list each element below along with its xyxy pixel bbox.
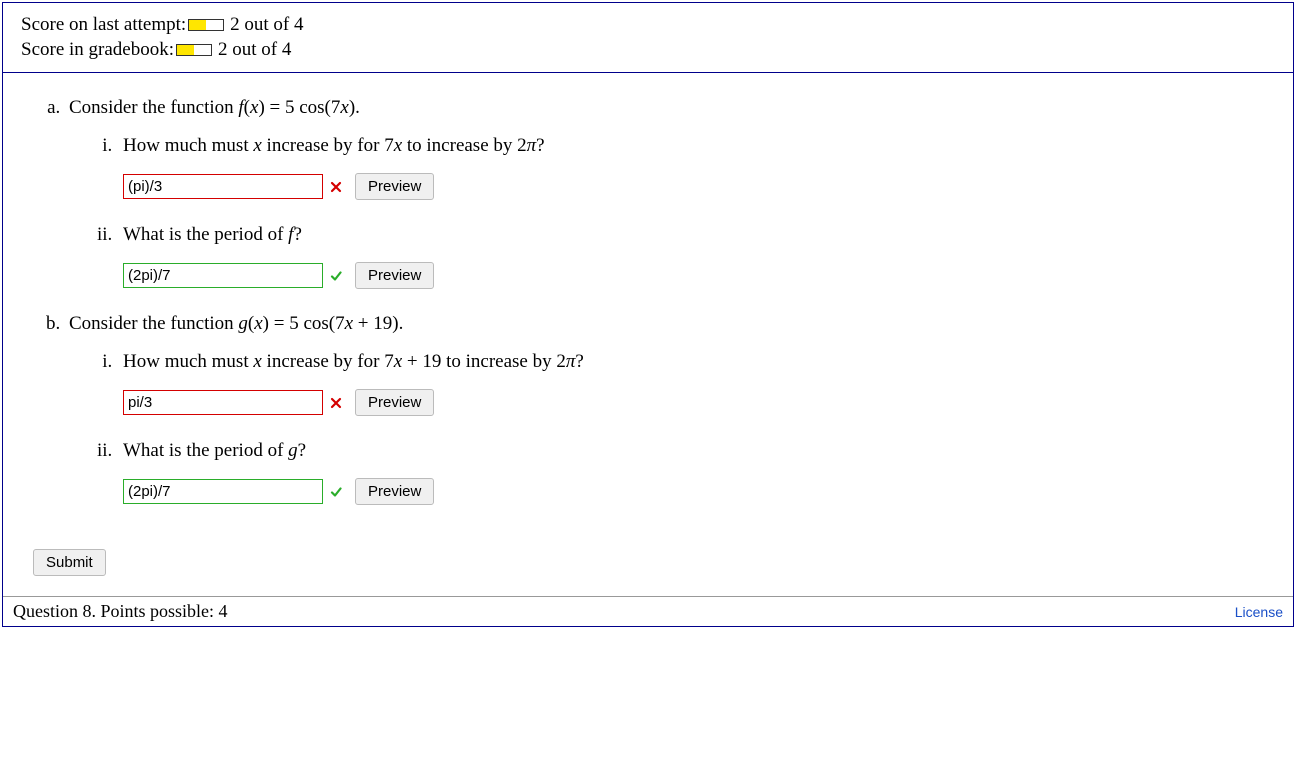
question-footer: Question 8. Points possible: 4 License <box>3 596 1293 626</box>
part-a-i: How much must x increase by for 7x to in… <box>117 135 1263 200</box>
part-a-intro: Consider the function f(x) = 5 cos(7x). <box>69 97 1263 119</box>
part-a-i-answer-row: Preview <box>123 173 1263 200</box>
score-last-attempt-label: Score on last attempt: <box>21 13 186 38</box>
part-a-ii: What is the period of f? Preview <box>117 224 1263 289</box>
question-body: Consider the function f(x) = 5 cos(7x). … <box>3 73 1293 596</box>
part-b-ii-answer-row: Preview <box>123 478 1263 505</box>
part-b-ii-prompt: What is the period of g? <box>123 440 1263 462</box>
question-container: Score on last attempt: 2 out of 4 Score … <box>2 2 1294 627</box>
part-b-i-preview-button[interactable]: Preview <box>355 389 434 416</box>
progress-bar-last-attempt <box>188 19 224 31</box>
score-gradebook-line: Score in gradebook: 2 out of 4 <box>21 38 1275 63</box>
footer-text: Question 8. Points possible: 4 <box>13 601 228 622</box>
submit-button[interactable]: Submit <box>33 549 106 576</box>
license-link[interactable]: License <box>1235 604 1283 620</box>
progress-fill-gradebook <box>177 45 194 55</box>
part-b-intro-suffix: . <box>399 313 404 334</box>
cross-icon <box>329 396 343 410</box>
part-a-intro-prefix: Consider the function <box>69 97 238 118</box>
score-box: Score on last attempt: 2 out of 4 Score … <box>3 3 1293 73</box>
part-b-ii-preview-button[interactable]: Preview <box>355 478 434 505</box>
part-b-ii-input[interactable] <box>123 479 323 504</box>
score-gradebook-text: 2 out of 4 <box>218 38 291 63</box>
part-b-i-answer-row: Preview <box>123 389 1263 416</box>
part-a-ii-answer-row: Preview <box>123 262 1263 289</box>
part-a-ii-preview-button[interactable]: Preview <box>355 262 434 289</box>
part-b: Consider the function g(x) = 5 cos(7x + … <box>65 313 1263 505</box>
score-gradebook-label: Score in gradebook: <box>21 38 174 63</box>
part-b-intro-prefix: Consider the function <box>69 313 238 334</box>
part-a: Consider the function f(x) = 5 cos(7x). … <box>65 97 1263 289</box>
part-b-i: How much must x increase by for 7x + 19 … <box>117 351 1263 416</box>
parts-list: Consider the function f(x) = 5 cos(7x). … <box>33 97 1263 505</box>
part-a-func: f <box>238 97 243 118</box>
progress-fill-last-attempt <box>189 20 206 30</box>
part-b-subparts: How much must x increase by for 7x + 19 … <box>69 351 1263 505</box>
cross-icon <box>329 180 343 194</box>
part-a-subparts: How much must x increase by for 7x to in… <box>69 135 1263 289</box>
score-last-attempt-text: 2 out of 4 <box>230 13 303 38</box>
part-b-func: g <box>238 313 248 334</box>
part-b-intro: Consider the function g(x) = 5 cos(7x + … <box>69 313 1263 335</box>
check-icon <box>329 485 343 499</box>
part-b-i-input[interactable] <box>123 390 323 415</box>
part-a-i-preview-button[interactable]: Preview <box>355 173 434 200</box>
part-a-ii-input[interactable] <box>123 263 323 288</box>
part-b-i-prompt: How much must x increase by for 7x + 19 … <box>123 351 1263 373</box>
part-a-ii-prompt: What is the period of f? <box>123 224 1263 246</box>
part-a-intro-suffix: . <box>355 97 360 118</box>
part-b-ii: What is the period of g? Preview <box>117 440 1263 505</box>
check-icon <box>329 269 343 283</box>
score-last-attempt-line: Score on last attempt: 2 out of 4 <box>21 13 1275 38</box>
progress-bar-gradebook <box>176 44 212 56</box>
part-a-i-input[interactable] <box>123 174 323 199</box>
part-a-i-prompt: How much must x increase by for 7x to in… <box>123 135 1263 157</box>
